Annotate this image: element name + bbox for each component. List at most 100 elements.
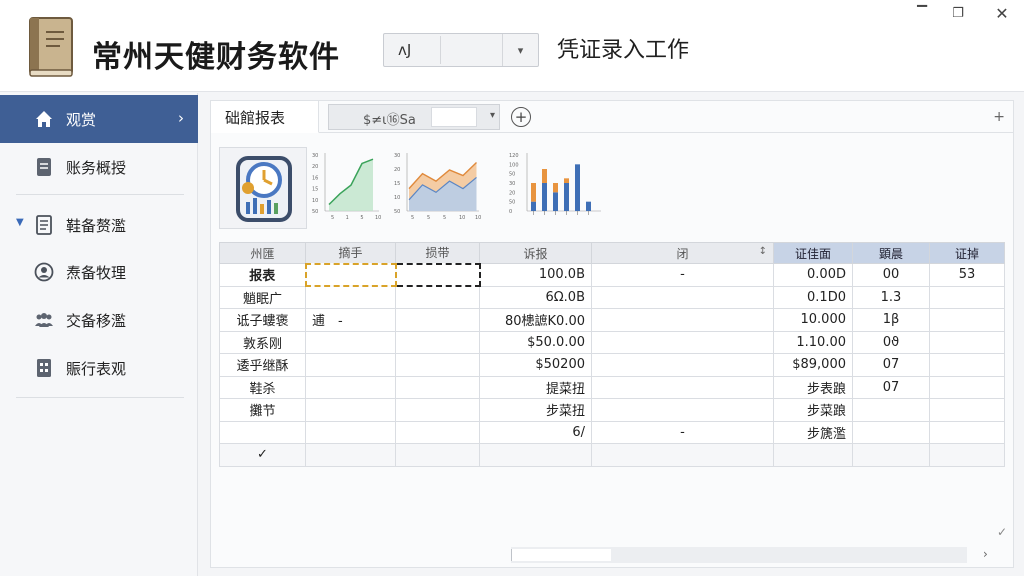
table-cell[interactable]: [591, 443, 774, 467]
sidebar-item-ledger[interactable]: 账务概授: [0, 143, 198, 191]
table-cell[interactable]: 步菜扭: [479, 398, 592, 422]
table-cell[interactable]: [305, 443, 396, 467]
table-cell[interactable]: [591, 330, 774, 354]
table-row[interactable]: 攤节 步菜扭 步菜踉: [219, 398, 1005, 422]
table-cell[interactable]: [929, 420, 1005, 444]
horizontal-scrollbar[interactable]: [511, 547, 967, 563]
table-cell[interactable]: 1.10.00: [773, 330, 853, 354]
column-header[interactable]: 闭 ↕: [591, 242, 774, 264]
chevron-down-icon[interactable]: ▾: [490, 110, 495, 121]
table-cell[interactable]: [305, 285, 396, 309]
table-cell[interactable]: [395, 398, 480, 422]
sidebar-item-management[interactable]: 焘备牧理: [0, 248, 198, 296]
table-row[interactable]: 敦系刚 $50.0.00 1.10.00 0ϑ: [219, 330, 1005, 354]
table-cell[interactable]: [929, 398, 1005, 422]
sidebar-item-records[interactable]: ▼ 鞋备赘濫: [0, 201, 198, 249]
chevron-down-icon[interactable]: ▾: [502, 34, 538, 66]
table-cell[interactable]: [479, 443, 592, 467]
table-cell[interactable]: 10.000: [773, 308, 853, 332]
table-cell[interactable]: 步表踉: [773, 375, 853, 399]
table-cell[interactable]: 报表: [219, 263, 306, 287]
sidebar-item-reports[interactable]: 賑行表观: [0, 344, 198, 392]
table-cell[interactable]: $50.0.00: [479, 330, 592, 354]
table-cell[interactable]: [395, 285, 480, 309]
table-cell[interactable]: 步篪濫: [773, 420, 853, 444]
table-row[interactable]: 报表 100.0B -0.00D 00 53: [219, 262, 1005, 287]
table-cell[interactable]: 步菜踉: [773, 398, 853, 422]
table-cell[interactable]: [305, 353, 396, 377]
table-cell[interactable]: [305, 398, 396, 422]
table-cell[interactable]: [929, 330, 1005, 354]
maximize-button[interactable]: ❐: [940, 0, 976, 26]
line-chart-thumbnail[interactable]: 3020161510505 1 5 10: [311, 147, 383, 223]
table-cell[interactable]: [852, 398, 930, 422]
table-cell[interactable]: [395, 443, 480, 467]
tab-basic-report[interactable]: 础館报表: [211, 101, 319, 133]
table-cell[interactable]: [929, 443, 1005, 467]
table-cell[interactable]: [394, 262, 481, 287]
table-cell[interactable]: 0.1D0: [773, 285, 853, 309]
expand-panel-button[interactable]: +: [993, 109, 1005, 125]
table-cell[interactable]: [305, 330, 396, 354]
table-cell[interactable]: [929, 308, 1005, 332]
period-select[interactable]: ᴧJ ▾: [383, 33, 539, 67]
table-cell[interactable]: [591, 308, 774, 332]
table-cell[interactable]: 逋 -: [305, 308, 396, 332]
table-cell[interactable]: -: [591, 263, 774, 287]
sidebar-item-overview[interactable]: 观赏 ›: [0, 95, 198, 143]
table-row[interactable]: 逶乎继酥 $50200 $89,000 07: [219, 353, 1005, 377]
sidebar-item-transactions[interactable]: 交备移濫: [0, 296, 198, 344]
table-cell[interactable]: [591, 375, 774, 399]
table-cell[interactable]: 提菜扭: [479, 375, 592, 399]
table-cell[interactable]: 敦系刚: [219, 330, 306, 354]
table-cell[interactable]: 07: [852, 353, 930, 377]
area-chart-thumbnail[interactable]: 30 20 15 10 50 5 5 5 10 10: [393, 147, 483, 223]
table-cell[interactable]: [591, 285, 774, 309]
table-cell[interactable]: [852, 420, 930, 444]
finance-dashboard-thumbnail[interactable]: [219, 147, 307, 229]
column-header[interactable]: 损带: [395, 242, 480, 264]
table-cell[interactable]: [929, 285, 1005, 309]
table-cell[interactable]: [305, 420, 396, 444]
table-cell[interactable]: 6/: [479, 420, 592, 444]
table-cell[interactable]: 53: [929, 263, 1005, 287]
table-cell[interactable]: $50200: [479, 353, 592, 377]
table-cell[interactable]: [929, 353, 1005, 377]
table-cell[interactable]: 07: [852, 375, 930, 399]
table-cell[interactable]: 0.00D: [773, 263, 853, 287]
table-cell[interactable]: [773, 443, 853, 467]
bar-chart-thumbnail[interactable]: 120 100 50 30 20 50 0: [505, 147, 605, 223]
table-cell[interactable]: [395, 375, 480, 399]
minimize-button[interactable]: ▔: [904, 0, 940, 26]
table-cell[interactable]: [304, 262, 397, 287]
report-select[interactable]: $≠ι⑯Sa ▾: [328, 104, 500, 130]
table-cell[interactable]: 100.0B: [479, 263, 592, 287]
table-row[interactable]: 诋子螻褒逋 - 80槵謶K0.00 10.000 1β: [219, 308, 1005, 332]
column-header[interactable]: 州匯: [219, 242, 306, 264]
scrollbar-thumb[interactable]: [511, 549, 611, 561]
table-cell[interactable]: 鞋杀: [219, 375, 306, 399]
scroll-right-icon[interactable]: ›: [983, 547, 988, 561]
column-header[interactable]: 证掉: [929, 242, 1005, 264]
sort-icon[interactable]: ↕: [759, 246, 767, 257]
report-select-input[interactable]: [431, 107, 477, 127]
table-cell[interactable]: [395, 308, 480, 332]
table-cell[interactable]: 1β: [852, 308, 930, 332]
table-row[interactable]: 6/- 步篪濫: [219, 420, 1005, 444]
table-cell[interactable]: $89,000: [773, 353, 853, 377]
table-cell[interactable]: [591, 398, 774, 422]
table-cell[interactable]: 1.3: [852, 285, 930, 309]
table-cell[interactable]: [395, 353, 480, 377]
table-cell[interactable]: 逶乎继酥: [219, 353, 306, 377]
table-cell[interactable]: 0ϑ: [852, 330, 930, 354]
close-button[interactable]: ✕: [980, 0, 1024, 26]
table-cell[interactable]: [305, 375, 396, 399]
column-header[interactable]: 摘手: [305, 242, 396, 264]
column-header[interactable]: 证佳面: [773, 242, 853, 264]
table-cell[interactable]: [591, 353, 774, 377]
table-row[interactable]: ✓: [219, 443, 1005, 467]
table-row[interactable]: 鞋杀 提菜扭 步表踉 07: [219, 375, 1005, 399]
table-cell[interactable]: [929, 375, 1005, 399]
table-cell[interactable]: [395, 330, 480, 354]
column-header[interactable]: 诉报: [479, 242, 592, 264]
